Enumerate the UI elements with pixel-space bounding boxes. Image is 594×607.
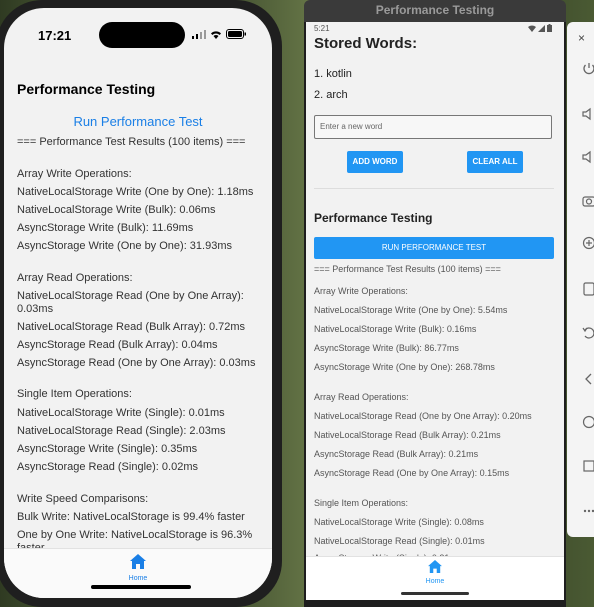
screen-icon[interactable] [582, 282, 594, 296]
gesture-bar[interactable] [401, 592, 469, 595]
status-icons [527, 24, 552, 34]
tab-home-label: Home [425, 578, 445, 585]
word-item: 1. kotlin [314, 68, 352, 80]
battery-icon [547, 24, 552, 32]
section-heading: Array Write Operations: [314, 286, 408, 296]
home-indicator[interactable] [91, 585, 191, 589]
section-heading: Single Item Operations: [17, 388, 132, 400]
status-time: 17:21 [38, 28, 72, 43]
iphone-simulator: 17:21 Performance Testing Run Performanc… [0, 0, 282, 607]
run-performance-test-button[interactable]: RUN PERFORMANCE TEST [314, 237, 554, 259]
result-line: NativeLocalStorage Read (One by One Arra… [314, 411, 532, 421]
section-heading: Write Speed Comparisons: [17, 493, 149, 505]
result-line: AsyncStorage Write (Bulk): 86.77ms [314, 343, 459, 353]
clear-all-button[interactable]: CLEAR ALL [467, 151, 523, 173]
rotate-icon[interactable] [582, 326, 594, 340]
signal-icon [537, 25, 545, 32]
close-icon[interactable]: × [578, 31, 585, 45]
android-screen: 5:21 Stored Words: 1. kotlin 2. arch Ent… [306, 22, 564, 600]
emulator-controls-panel: × [567, 22, 594, 537]
camera-icon[interactable] [582, 194, 594, 208]
back-icon[interactable] [582, 372, 594, 386]
result-line: AsyncStorage Write (One by One): 31.93ms [17, 240, 232, 252]
performance-screen: Performance Testing Run Performance Test… [4, 66, 272, 548]
result-line: AsyncStorage Read (Bulk Array): 0.21ms [314, 449, 479, 459]
new-word-input[interactable]: Enter a new word [314, 115, 552, 139]
result-line: AsyncStorage Read (One by One Array): 0.… [17, 357, 256, 369]
home-icon [428, 560, 442, 573]
battery-icon [226, 29, 246, 39]
iphone-screen: 17:21 Performance Testing Run Performanc… [4, 8, 272, 598]
power-icon[interactable] [582, 62, 594, 76]
result-line: NativeLocalStorage Write (One by One): 1… [17, 186, 254, 198]
emulator-window-title[interactable]: Performance Testing [304, 0, 566, 22]
section-heading: Array Read Operations: [17, 272, 133, 284]
result-line: NativeLocalStorage Write (One by One): 5… [314, 305, 508, 315]
result-line: AsyncStorage Read (Single): 0.02ms [17, 461, 198, 473]
signal-icon [192, 29, 206, 39]
wifi-icon [211, 30, 221, 39]
add-word-button[interactable]: ADD WORD [347, 151, 403, 173]
result-line: NativeLocalStorage Read (Single): 2.03ms [17, 425, 226, 437]
home-button-icon[interactable] [582, 415, 594, 429]
tab-home[interactable]: Home [116, 554, 160, 582]
page-title: Performance Testing [17, 81, 156, 97]
section-heading: Array Write Operations: [17, 168, 132, 180]
tab-home-label: Home [128, 575, 148, 582]
section-heading: Array Read Operations: [314, 392, 409, 402]
result-line: NativeLocalStorage Write (Single): 0.08m… [314, 517, 484, 527]
tab-bar: Home [4, 548, 272, 598]
result-line: AsyncStorage Read (One by One Array): 0.… [314, 468, 510, 478]
dynamic-island [99, 22, 185, 48]
wifi-icon [527, 25, 536, 32]
result-line: NativeLocalStorage Read (Bulk Array): 0.… [314, 430, 501, 440]
tab-home[interactable]: Home [419, 560, 451, 585]
results-header: === Performance Test Results (100 items)… [17, 136, 246, 148]
home-icon [130, 554, 146, 569]
result-line: NativeLocalStorage Read (Bulk Array): 0.… [17, 321, 246, 333]
result-line: AsyncStorage Write (Single): 0.35ms [17, 443, 198, 455]
overview-icon[interactable] [582, 459, 594, 473]
result-line: One by One Write: NativeLocalStorage is … [17, 529, 253, 548]
result-line: AsyncStorage Write (Bulk): 11.69ms [17, 222, 194, 234]
run-performance-test-button[interactable]: Run Performance Test [4, 114, 272, 129]
more-icon[interactable] [582, 504, 594, 518]
result-line: AsyncStorage Write (One by One): 268.78m… [314, 362, 495, 372]
stored-words-title: Stored Words: [314, 35, 418, 52]
result-line: NativeLocalStorage Read (Single): 0.01ms [314, 536, 485, 546]
volume-up-icon[interactable] [582, 107, 594, 121]
word-item: 2. arch [314, 89, 348, 101]
section-heading: Single Item Operations: [314, 498, 409, 508]
results-header: === Performance Test Results (100 items)… [314, 264, 501, 274]
result-line: AsyncStorage Read (Bulk Array): 0.04ms [17, 339, 218, 351]
result-line: NativeLocalStorage Write (Bulk): 0.06ms [17, 204, 216, 216]
volume-down-icon[interactable] [582, 150, 594, 164]
divider [314, 188, 554, 189]
status-time: 5:21 [314, 24, 330, 33]
page-title: Performance Testing [314, 211, 433, 225]
android-emulator: 5:21 Stored Words: 1. kotlin 2. arch Ent… [304, 22, 566, 607]
result-line: Bulk Write: NativeLocalStorage is 99.4% … [17, 511, 245, 523]
result-line: NativeLocalStorage Write (Single): 0.01m… [17, 407, 225, 419]
zoom-in-icon[interactable] [582, 236, 594, 250]
status-icons [192, 29, 246, 39]
result-line: NativeLocalStorage Write (Bulk): 0.16ms [314, 324, 477, 334]
result-line: NativeLocalStorage Read (One by One Arra… [17, 290, 244, 315]
